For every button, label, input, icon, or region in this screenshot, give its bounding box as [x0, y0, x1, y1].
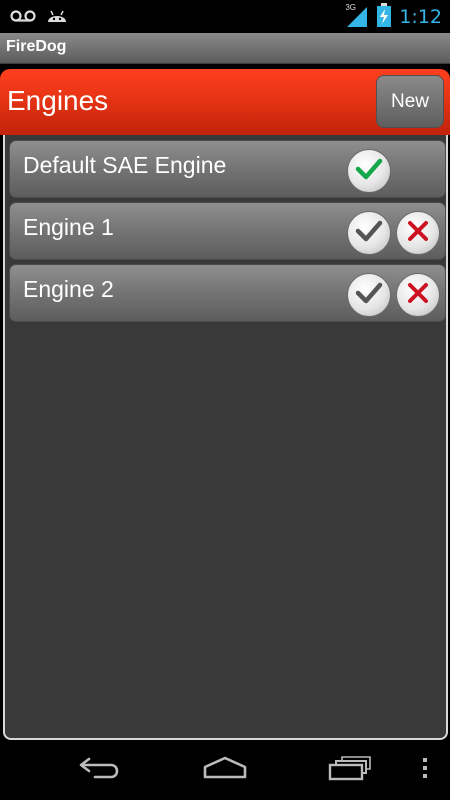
back-icon: [77, 755, 123, 785]
navigation-bar: [0, 740, 450, 800]
delete-x-icon: [406, 219, 430, 247]
home-icon: [201, 755, 249, 785]
engine-row-default[interactable]: Default SAE Engine: [9, 140, 446, 198]
engine-row-1[interactable]: Engine 1: [9, 202, 446, 260]
signal-icon: 3G: [345, 3, 369, 29]
engine-name: Engine 1: [23, 214, 114, 240]
new-engine-button[interactable]: New: [376, 75, 444, 128]
status-bar: 3G 1:12: [0, 0, 450, 33]
back-button[interactable]: [60, 740, 140, 800]
checkmark-icon: [355, 219, 383, 247]
delete-x-icon: [406, 281, 430, 309]
select-engine-button[interactable]: [347, 211, 391, 255]
system-status: 3G 1:12: [345, 3, 442, 31]
recent-apps-button[interactable]: [310, 740, 390, 800]
home-button[interactable]: [185, 740, 265, 800]
clock: 1:12: [399, 6, 442, 28]
overflow-menu-icon: [422, 756, 428, 784]
overflow-menu-button[interactable]: [410, 740, 440, 800]
engine-name: Default SAE Engine: [23, 152, 227, 178]
checkmark-icon: [355, 157, 383, 185]
select-engine-button[interactable]: [347, 273, 391, 317]
app-title: FireDog: [6, 38, 67, 55]
checkmark-icon: [355, 281, 383, 309]
android-icon: [46, 6, 68, 28]
notification-icons: [10, 6, 68, 28]
page-title: Engines: [7, 85, 109, 116]
app-title-bar: FireDog: [0, 33, 450, 64]
battery-charging-icon: [377, 3, 392, 31]
recent-apps-icon: [327, 755, 373, 785]
engines-header: Engines New: [0, 69, 450, 135]
delete-engine-button[interactable]: [396, 273, 440, 317]
engine-row-2[interactable]: Engine 2: [9, 264, 446, 322]
select-engine-button[interactable]: [347, 149, 391, 193]
delete-engine-button[interactable]: [396, 211, 440, 255]
engine-list: Default SAE Engine Engine 1 Engine 2: [3, 135, 448, 740]
engine-name: Engine 2: [23, 276, 114, 302]
voicemail-icon: [10, 8, 36, 27]
